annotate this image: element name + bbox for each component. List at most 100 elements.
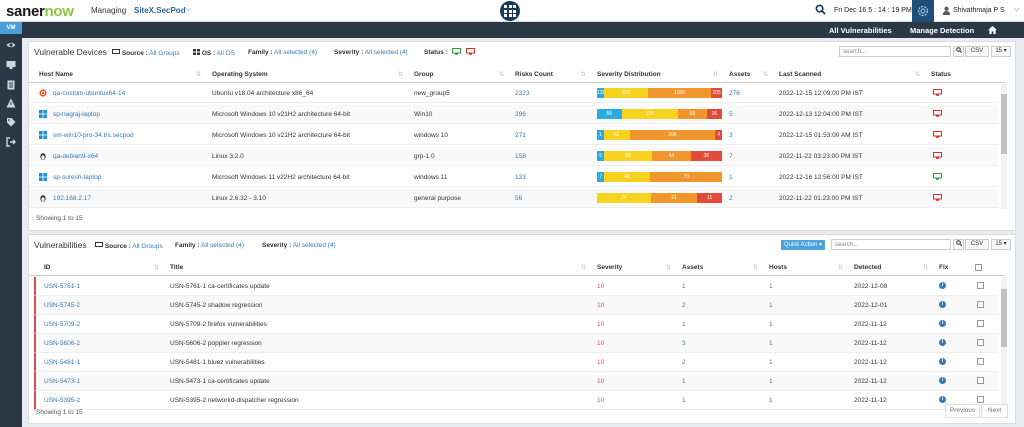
severity-segment[interactable]: 5 xyxy=(597,151,605,161)
risks-count-link[interactable]: 2323 xyxy=(515,90,529,97)
table-row[interactable]: sp-nagraj-laptop Microsoft Windows 10 v21… xyxy=(29,105,999,124)
sort-icon[interactable]: ⇅ xyxy=(763,71,768,78)
devices-search-button[interactable] xyxy=(953,46,964,57)
next-page-button[interactable]: Next xyxy=(981,404,1008,418)
table-row[interactable]: vm-win10-pro-34.trs.secpod Microsoft Wind… xyxy=(29,126,999,145)
vulns-source-filter[interactable]: Source : All Groups xyxy=(95,242,163,250)
table-row[interactable]: USN-5395-2 USN-5395-2 networkd-dispatcher… xyxy=(34,391,999,410)
user-menu[interactable]: Shivathmaja P S xyxy=(953,7,1005,14)
vulns-page-size-select[interactable]: 15 ▾ xyxy=(991,239,1011,250)
row-checkbox[interactable] xyxy=(977,339,984,346)
severity-segment[interactable]: 11 xyxy=(697,193,722,203)
previous-page-button[interactable]: Previous xyxy=(945,404,980,418)
devices-scrollbar[interactable] xyxy=(1001,84,1007,209)
column-header[interactable]: Assets xyxy=(729,71,750,78)
assets-count-link[interactable]: 1 xyxy=(682,378,686,385)
sanernow-logo[interactable]: sanernow xyxy=(6,3,74,20)
vulns-search-input[interactable]: search... xyxy=(831,239,951,250)
severity-segment[interactable]: 58 xyxy=(597,109,622,119)
severity-segment[interactable]: 1180 xyxy=(647,88,712,98)
sort-icon[interactable]: ⇅ xyxy=(753,264,758,271)
sort-icon[interactable]: ⇅ xyxy=(915,71,920,78)
hosts-count-link[interactable]: 1 xyxy=(769,359,773,366)
chevron-down-icon[interactable]: ⌵ xyxy=(1014,6,1019,14)
document-icon[interactable] xyxy=(6,80,16,90)
severity-segment[interactable]: 4 xyxy=(715,130,722,140)
severity-segment[interactable]: 206 xyxy=(629,130,716,140)
table-row[interactable]: USN-5709-2 USN-5709-2 firefox vulnerabili… xyxy=(34,315,999,334)
table-row[interactable]: sp-suresh-laptop Microsoft Windows 11 v22… xyxy=(29,168,999,187)
assets-count-link[interactable]: 2 xyxy=(729,195,733,202)
assets-count-link[interactable]: 3 xyxy=(682,340,686,347)
online-status-icon[interactable] xyxy=(452,48,461,55)
host-name-link[interactable]: sp-suresh-laptop xyxy=(53,174,101,181)
hosts-count-link[interactable]: 1 xyxy=(769,321,773,328)
column-header[interactable]: Assets xyxy=(682,264,703,271)
host-name-link[interactable]: qa-custom-ubuntux64-14 xyxy=(53,90,125,97)
vulns-severity-filter[interactable]: Severity : All selected (4) xyxy=(262,242,336,249)
severity-segment[interactable]: 36 xyxy=(706,109,723,119)
vulns-family-filter[interactable]: Family : All selected (4) xyxy=(175,242,244,249)
search-icon[interactable] xyxy=(815,4,826,15)
assets-count-link[interactable]: 2 xyxy=(682,302,686,309)
risks-count-link[interactable]: 158 xyxy=(515,153,526,160)
info-icon[interactable]: i xyxy=(939,301,946,308)
settings-button[interactable] xyxy=(912,0,934,22)
info-icon[interactable]: i xyxy=(939,396,946,403)
table-row[interactable]: USN-5473-1 USN-5473-1 ca-certificates upd… xyxy=(34,372,999,391)
nav-manage-detection[interactable]: Manage Detection xyxy=(910,26,974,35)
column-header[interactable]: Severity Distribution xyxy=(597,71,661,78)
home-icon[interactable] xyxy=(988,26,997,34)
assets-count-link[interactable]: 1 xyxy=(682,321,686,328)
table-row[interactable]: USN-5761-1 USN-5761-1 ca-certificates upd… xyxy=(34,277,999,296)
assets-count-link[interactable]: 1 xyxy=(682,397,686,404)
sort-icon[interactable]: ⇅ xyxy=(196,71,201,78)
column-header[interactable]: ID xyxy=(44,264,51,271)
os-filter[interactable]: OS : All OS xyxy=(193,49,235,57)
table-row[interactable]: 192.168.2.17 Linux 2.6.32 - 3.10 general p… xyxy=(29,189,999,208)
sort-icon[interactable]: ⇅ xyxy=(666,264,671,271)
host-name-link[interactable]: vm-win10-pro-34.trs.secpod xyxy=(53,132,134,139)
column-header[interactable]: Risks Count xyxy=(515,71,553,78)
severity-segment[interactable]: 128 xyxy=(597,88,605,98)
sort-icon[interactable]: ⇅ xyxy=(713,71,718,78)
vulns-csv-button[interactable]: CSV xyxy=(965,239,989,250)
assets-count-link[interactable]: 7 xyxy=(729,153,733,160)
vulns-search-button[interactable] xyxy=(953,239,964,250)
hosts-count-link[interactable]: 1 xyxy=(769,397,773,404)
info-icon[interactable]: i xyxy=(939,377,946,384)
logout-icon[interactable] xyxy=(6,137,16,147)
vulnerability-id-link[interactable]: USN-5473-1 xyxy=(44,378,80,385)
column-header[interactable]: Severity xyxy=(597,264,622,271)
column-header[interactable]: Title xyxy=(170,264,183,271)
sidebar-item-vm[interactable]: VM xyxy=(0,22,22,34)
row-checkbox[interactable] xyxy=(977,301,984,308)
devices-search-input[interactable]: search... xyxy=(839,46,951,57)
severity-segment[interactable]: 24 xyxy=(597,193,651,203)
severity-segment[interactable]: 45 xyxy=(604,172,651,182)
devices-csv-button[interactable]: CSV xyxy=(965,46,989,57)
monitor-icon[interactable] xyxy=(6,60,16,70)
vulnerability-id-link[interactable]: USN-5606-2 xyxy=(44,340,80,347)
column-header[interactable]: Detected xyxy=(854,264,881,271)
severity-segment[interactable]: 7 xyxy=(597,172,605,182)
sort-icon[interactable]: ⇅ xyxy=(154,264,159,271)
risks-count-link[interactable]: 296 xyxy=(515,111,526,118)
assets-count-link[interactable]: 3 xyxy=(729,132,733,139)
info-icon[interactable]: i xyxy=(939,282,946,289)
assets-count-link[interactable]: 1 xyxy=(682,283,686,290)
warning-icon[interactable] xyxy=(6,98,16,108)
assets-count-link[interactable]: 1 xyxy=(729,174,733,181)
column-header[interactable]: Last Scanned xyxy=(779,71,821,78)
severity-segment[interactable]: 70 xyxy=(650,172,722,182)
host-name-link[interactable]: qa-debian9-x64 xyxy=(53,153,98,160)
vulnerability-id-link[interactable]: USN-5709-2 xyxy=(44,321,80,328)
column-header[interactable]: Operating System xyxy=(212,71,268,78)
severity-segment[interactable]: 55 xyxy=(604,151,653,161)
sort-icon[interactable]: ⇅ xyxy=(838,264,843,271)
row-checkbox[interactable] xyxy=(977,377,984,384)
sort-icon[interactable]: ⇅ xyxy=(581,264,586,271)
quick-action-button[interactable]: Quick Action ▾ xyxy=(781,240,825,250)
table-row[interactable]: USN-5745-2 USN-5745-2 shadow regression 10… xyxy=(34,296,999,315)
assets-count-link[interactable]: 5 xyxy=(729,111,733,118)
